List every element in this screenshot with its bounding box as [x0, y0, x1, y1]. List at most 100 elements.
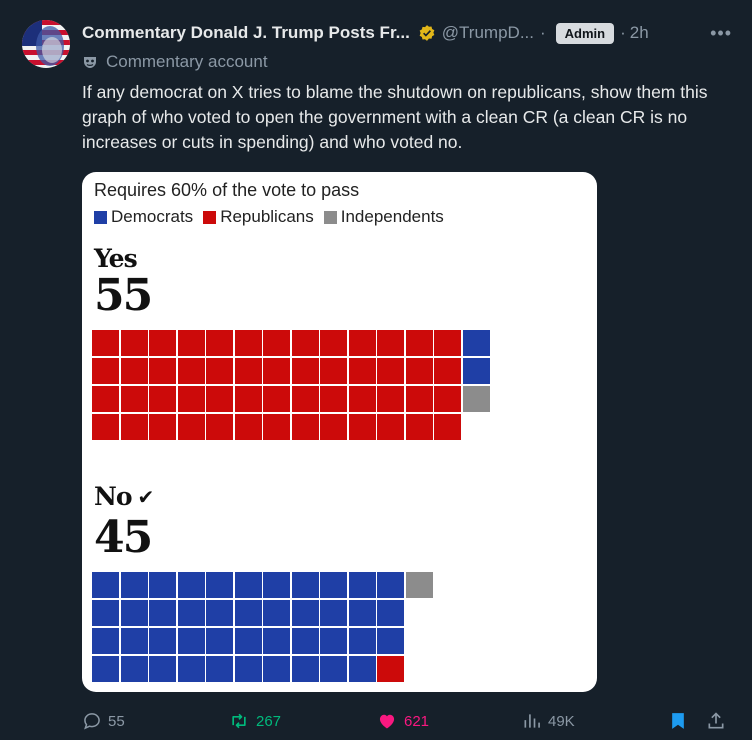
- repost-count: 267: [256, 712, 282, 730]
- waffle-cell-democrats: [120, 600, 148, 626]
- waffle-cell-republicans: [320, 330, 347, 356]
- heart-icon: [379, 714, 395, 729]
- waffle-cell-republicans: [234, 358, 262, 384]
- waffle-cell-democrats: [263, 628, 290, 654]
- waffle-cell-democrats: [462, 358, 490, 384]
- waffle-cell-republicans: [377, 414, 404, 440]
- chart-image[interactable]: Requires 60% of the vote to pass Democra…: [82, 172, 597, 692]
- waffle-cell-democrats: [206, 656, 233, 682]
- reply-button[interactable]: 55: [82, 711, 125, 731]
- waffle-cell-republicans: [120, 330, 148, 356]
- waffle-cell-republicans: [149, 386, 176, 412]
- waffle-cell-republicans: [320, 358, 347, 384]
- waffle-cell-democrats: [348, 656, 376, 682]
- waffle-cell-democrats: [120, 572, 148, 598]
- waffle-cell-republicans: [348, 414, 376, 440]
- waffle-cell-republicans: [320, 386, 347, 412]
- waffle-cell-republicans: [206, 386, 233, 412]
- waffle-cell-republicans: [92, 330, 119, 356]
- waffle-cell-republicans: [377, 386, 404, 412]
- admin-badge: Admin: [555, 22, 615, 44]
- separator: ·: [540, 23, 546, 42]
- waffle-cell-democrats: [149, 572, 176, 598]
- account-label: Commentary account: [82, 52, 268, 72]
- views-icon: [524, 714, 540, 728]
- waffle-cell-republicans: [377, 358, 404, 384]
- waffle-cell-republicans: [348, 330, 376, 356]
- bookmark-icon: [672, 713, 684, 729]
- waffle-cell-republicans: [434, 414, 461, 440]
- waffle-cell-democrats: [149, 656, 176, 682]
- legend-independents: Independents: [323, 207, 444, 227]
- waffle-cell-republicans: [405, 358, 433, 384]
- waffle-cell-republicans: [206, 330, 233, 356]
- waffle-cell-democrats: [263, 656, 290, 682]
- legend-label-independents: Independents: [340, 207, 444, 226]
- waffle-cell-democrats: [348, 572, 376, 598]
- timestamp[interactable]: 2h: [630, 23, 649, 43]
- waffle-cell-republicans: [92, 358, 119, 384]
- waffle-cell-republicans: [234, 414, 262, 440]
- post-header: Commentary Donald J. Trump Posts Fr... @…: [82, 20, 732, 46]
- waffle-cell-republicans: [405, 386, 433, 412]
- waffle-cell-republicans: [263, 386, 290, 412]
- waffle-cell-democrats: [92, 628, 119, 654]
- waffle-cell-republicans: [92, 414, 119, 440]
- legend-swatch-republicans: [203, 210, 217, 224]
- no-total: 45: [94, 512, 153, 563]
- waffle-cell-democrats: [206, 600, 233, 626]
- waffle-cell-democrats: [291, 656, 319, 682]
- waffle-cell-republicans: [177, 414, 205, 440]
- more-options-icon[interactable]: •••: [710, 23, 732, 44]
- waffle-cell-democrats: [234, 656, 262, 682]
- waffle-cell-republicans: [377, 330, 404, 356]
- waffle-cell-democrats: [291, 628, 319, 654]
- views-button[interactable]: 49K: [522, 711, 575, 731]
- waffle-cell-republicans: [405, 330, 433, 356]
- bookmark-button[interactable]: [668, 710, 694, 732]
- legend-republicans: Republicans: [203, 207, 314, 227]
- separator-2: ·: [620, 23, 626, 42]
- share-button[interactable]: [706, 710, 732, 732]
- waffle-cell-democrats: [377, 600, 404, 626]
- legend-label-republicans: Republicans: [220, 207, 314, 226]
- repost-button[interactable]: 267: [228, 711, 281, 731]
- waffle-cell-democrats: [348, 628, 376, 654]
- waffle-cell-democrats: [320, 600, 347, 626]
- waffle-cell-republicans: [377, 656, 404, 682]
- waffle-cell-republicans: [120, 386, 148, 412]
- waffle-cell-republicans: [149, 358, 176, 384]
- waffle-cell-republicans: [177, 386, 205, 412]
- waffle-cell-democrats: [120, 656, 148, 682]
- chart-legend: Democrats Republicans Independents: [94, 207, 454, 227]
- yes-label: Yes: [94, 244, 138, 273]
- display-name[interactable]: Commentary Donald J. Trump Posts Fr...: [82, 23, 410, 43]
- waffle-cell-democrats: [263, 572, 290, 598]
- handle[interactable]: @TrumpD...: [442, 23, 534, 43]
- post: Commentary Donald J. Trump Posts Fr... @…: [0, 0, 752, 740]
- avatar[interactable]: [22, 20, 70, 68]
- waffle-cell-republicans: [177, 330, 205, 356]
- no-label: No: [94, 482, 133, 511]
- waffle-cell-democrats: [177, 628, 205, 654]
- legend-swatch-independents: [323, 210, 337, 224]
- waffle-cell-republicans: [291, 330, 319, 356]
- waffle-cell-democrats: [206, 572, 233, 598]
- waffle-cell-republicans: [348, 386, 376, 412]
- waffle-cell-republicans: [263, 330, 290, 356]
- like-button[interactable]: 621: [376, 711, 429, 731]
- repost-icon: [232, 713, 246, 729]
- waffle-cell-republicans: [120, 358, 148, 384]
- waffle-cell-republicans: [263, 358, 290, 384]
- waffle-cell-republicans: [177, 358, 205, 384]
- waffle-cell-democrats: [320, 628, 347, 654]
- waffle-cell-republicans: [149, 414, 176, 440]
- action-bar: 55 267 621 49K: [82, 708, 732, 734]
- reply-icon: [84, 713, 100, 730]
- views-count: 49K: [548, 712, 575, 730]
- like-count: 621: [404, 712, 430, 730]
- waffle-cell-democrats: [177, 572, 205, 598]
- waffle-cell-republicans: [263, 414, 290, 440]
- legend-label-democrats: Democrats: [111, 207, 194, 226]
- waffle-cell-democrats: [263, 600, 290, 626]
